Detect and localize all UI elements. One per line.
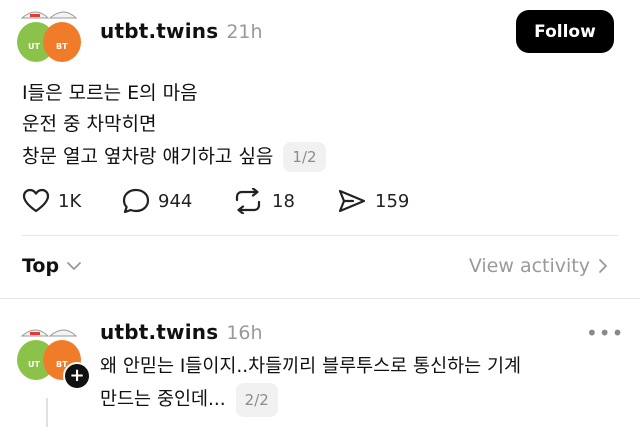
chevron-right-icon <box>599 259 607 273</box>
post-username[interactable]: utbt.twins <box>100 19 218 43</box>
share-icon <box>338 189 366 213</box>
view-activity-label: View activity <box>468 255 590 277</box>
plus-icon[interactable]: + <box>63 362 91 390</box>
reply-timestamp: 16h <box>226 322 263 344</box>
divider <box>22 235 618 236</box>
follow-button[interactable]: Follow <box>516 10 614 53</box>
reply-pager: 2/2 <box>235 383 278 417</box>
post-text-line-1: I들은 모르는 E의 마음 <box>22 82 198 104</box>
reply-username[interactable]: utbt.twins <box>100 320 218 344</box>
thread-line <box>46 398 48 427</box>
comment-count: 944 <box>158 190 193 212</box>
reply-header: utbt.twins 16h <box>100 320 263 344</box>
repost-button[interactable]: 18 <box>232 188 295 214</box>
repost-count: 18 <box>272 190 295 212</box>
post-header: utbt.twins 21h <box>100 19 263 43</box>
post-timestamp: 21h <box>226 21 263 43</box>
post-pager: 1/2 <box>283 142 326 172</box>
reply-avatar-text-left: UT <box>28 360 40 369</box>
avatar-text-left: UT <box>28 42 40 51</box>
view-activity-link[interactable]: View activity <box>469 255 610 277</box>
reply-text-line-1: 왜 안믿는 I들이지..차들끼리 블루투스로 통신하는 기계 <box>100 356 522 377</box>
share-count: 159 <box>375 190 410 212</box>
divider <box>0 298 640 299</box>
post-text-line-3-text: 창문 열고 옆차랑 얘기하고 싶음 <box>22 145 274 168</box>
post-text-line-3: 창문 열고 옆차랑 얘기하고 싶음 1/2 <box>22 142 326 172</box>
comment-button[interactable]: 944 <box>122 188 192 214</box>
repost-icon <box>235 188 261 214</box>
reply-text-line-2: 만드는 중인데... 2/2 <box>100 383 278 417</box>
comment-icon <box>122 188 150 214</box>
avatar[interactable]: UT BT <box>14 4 84 64</box>
like-count: 1K <box>58 190 82 212</box>
share-button[interactable]: 159 <box>337 188 409 214</box>
chevron-down-icon <box>67 262 81 270</box>
like-button[interactable]: 1K <box>22 188 81 214</box>
heart-icon <box>22 188 50 213</box>
avatar-text-right: BT <box>56 42 68 51</box>
reply-text-line-2-text: 만드는 중인데... <box>100 389 226 410</box>
sort-label: Top <box>22 255 60 277</box>
sort-dropdown[interactable]: Top <box>22 255 83 277</box>
more-icon[interactable]: ••• <box>586 321 624 345</box>
post-text-line-2: 운전 중 차막히면 <box>22 113 157 135</box>
